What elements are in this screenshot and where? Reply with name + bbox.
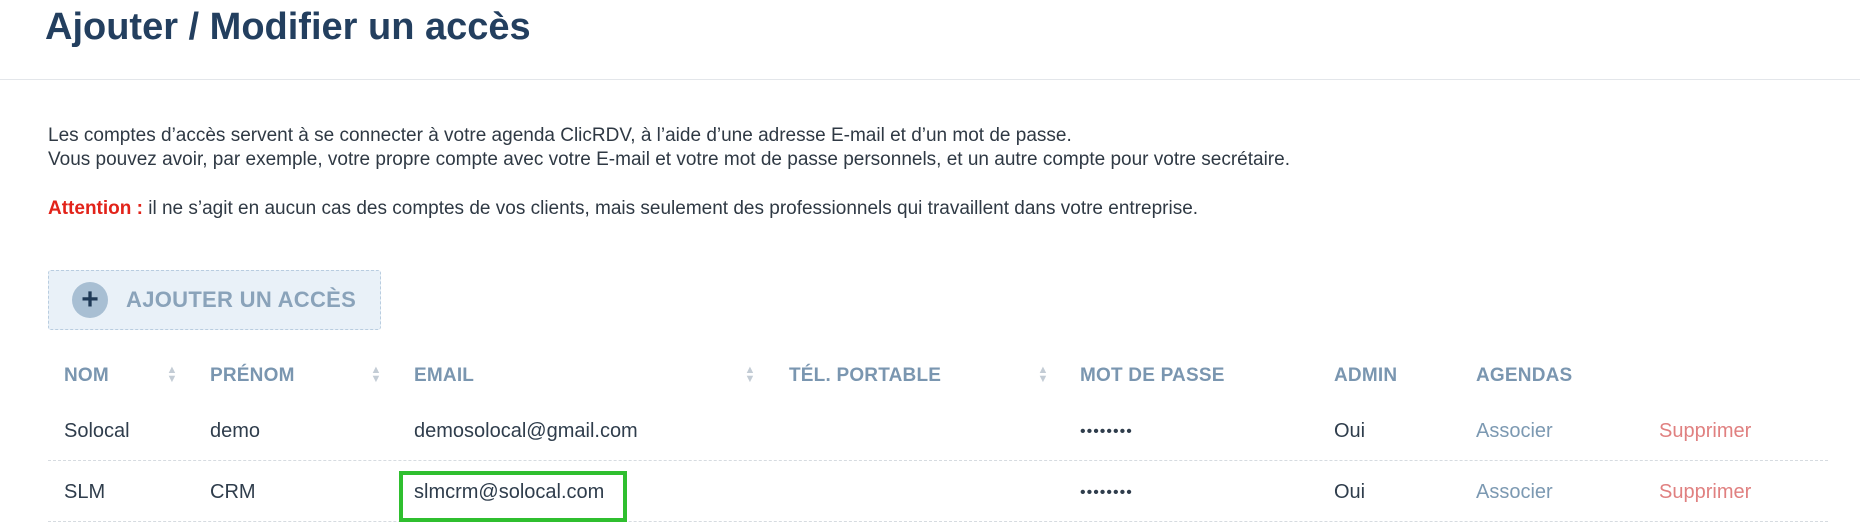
sort-icon[interactable]: ▲ ▼ xyxy=(166,365,178,385)
table-row: Solocal demo demosolocal@gmail.com •••••… xyxy=(48,400,1828,461)
delete-link[interactable]: Supprimer xyxy=(1659,420,1751,443)
column-header-admin: ADMIN xyxy=(1334,365,1398,386)
column-header-tel[interactable]: TÉL. PORTABLE xyxy=(789,365,941,387)
add-access-button[interactable]: + AJOUTER UN ACCÈS xyxy=(48,270,381,330)
cell-prenom: demo xyxy=(210,420,261,442)
cell-email: slmcrm@solocal.com xyxy=(399,471,627,522)
cell-nom: Solocal xyxy=(64,420,130,442)
column-header-agendas: AGENDAS xyxy=(1476,365,1573,386)
column-header-email[interactable]: EMAIL xyxy=(414,365,474,387)
email-highlight-box xyxy=(399,471,627,522)
table-row: SLM CRM slmcrm@solocal.com •••••••• Oui … xyxy=(48,461,1828,522)
intro-text: Les comptes d’accès servent à se connect… xyxy=(48,124,1290,172)
cell-prenom: CRM xyxy=(210,481,256,503)
title-divider xyxy=(0,79,1860,80)
delete-link[interactable]: Supprimer xyxy=(1659,481,1751,504)
cell-admin: Oui xyxy=(1334,481,1366,503)
plus-circle-icon: + xyxy=(72,282,108,318)
cell-password: •••••••• xyxy=(1080,484,1133,501)
sort-icon[interactable]: ▲ ▼ xyxy=(1037,365,1049,385)
sort-icon[interactable]: ▲ ▼ xyxy=(370,365,382,385)
cell-admin: Oui xyxy=(1334,420,1366,442)
column-header-password: MOT DE PASSE xyxy=(1080,365,1225,386)
intro-line-2: Vous pouvez avoir, par exemple, votre pr… xyxy=(48,149,1290,170)
associate-link[interactable]: Associer xyxy=(1476,481,1553,504)
attention-notice: Attention : il ne s’agit en aucun cas de… xyxy=(48,197,1198,221)
page-title: Ajouter / Modifier un accès xyxy=(45,6,531,48)
associate-link[interactable]: Associer xyxy=(1476,420,1553,443)
column-header-nom[interactable]: NOM xyxy=(64,365,109,387)
intro-line-1: Les comptes d’accès servent à se connect… xyxy=(48,125,1072,146)
cell-password: •••••••• xyxy=(1080,423,1133,440)
cell-email: demosolocal@gmail.com xyxy=(414,420,638,442)
cell-nom: SLM xyxy=(64,481,106,503)
add-access-label: AJOUTER UN ACCÈS xyxy=(126,287,357,312)
sort-icon[interactable]: ▲ ▼ xyxy=(744,365,756,385)
attention-text: il ne s’agit en aucun cas des comptes de… xyxy=(142,198,1199,219)
column-header-prenom[interactable]: PRÉNOM xyxy=(210,365,295,387)
attention-label: Attention : xyxy=(48,198,143,219)
